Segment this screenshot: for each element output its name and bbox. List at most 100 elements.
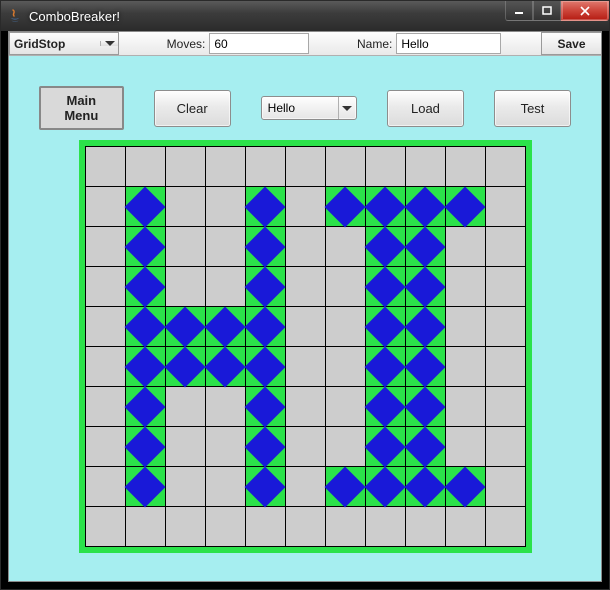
grid-cell[interactable] [85, 467, 125, 507]
grid-cell[interactable] [85, 227, 125, 267]
grid-cell[interactable] [485, 427, 525, 467]
grid-cell[interactable] [405, 267, 445, 307]
test-button[interactable]: Test [494, 90, 571, 127]
grid-cell[interactable] [485, 347, 525, 387]
grid-cell[interactable] [205, 227, 245, 267]
grid-cell[interactable] [85, 427, 125, 467]
grid-cell[interactable] [325, 347, 365, 387]
grid-cell[interactable] [325, 467, 365, 507]
grid-cell[interactable] [205, 387, 245, 427]
gridstop-dropdown[interactable]: GridStop [9, 32, 119, 55]
grid-cell[interactable] [85, 507, 125, 547]
game-grid[interactable] [85, 146, 526, 547]
grid-cell[interactable] [445, 147, 485, 187]
grid-cell[interactable] [245, 147, 285, 187]
grid-cell[interactable] [165, 347, 205, 387]
grid-cell[interactable] [405, 307, 445, 347]
grid-cell[interactable] [245, 227, 285, 267]
grid-cell[interactable] [125, 187, 165, 227]
grid-cell[interactable] [365, 147, 405, 187]
grid-cell[interactable] [205, 307, 245, 347]
grid-cell[interactable] [165, 427, 205, 467]
grid-cell[interactable] [85, 387, 125, 427]
grid-cell[interactable] [365, 387, 405, 427]
grid-cell[interactable] [325, 227, 365, 267]
grid-cell[interactable] [125, 387, 165, 427]
grid-cell[interactable] [445, 307, 485, 347]
grid-cell[interactable] [245, 427, 285, 467]
grid-cell[interactable] [485, 187, 525, 227]
grid-cell[interactable] [365, 347, 405, 387]
minimize-button[interactable] [505, 1, 533, 21]
grid-cell[interactable] [445, 227, 485, 267]
grid-cell[interactable] [85, 307, 125, 347]
grid-cell[interactable] [325, 387, 365, 427]
grid-cell[interactable] [485, 147, 525, 187]
grid-cell[interactable] [285, 267, 325, 307]
grid-cell[interactable] [365, 507, 405, 547]
grid-cell[interactable] [365, 307, 405, 347]
grid-cell[interactable] [245, 507, 285, 547]
maximize-button[interactable] [533, 1, 561, 21]
moves-input[interactable] [209, 33, 309, 54]
main-menu-button[interactable]: Main Menu [39, 86, 124, 130]
grid-cell[interactable] [165, 307, 205, 347]
grid-cell[interactable] [125, 307, 165, 347]
grid-cell[interactable] [165, 227, 205, 267]
grid-cell[interactable] [205, 267, 245, 307]
clear-button[interactable]: Clear [154, 90, 231, 127]
grid-cell[interactable] [365, 227, 405, 267]
name-input[interactable] [396, 33, 501, 54]
grid-cell[interactable] [285, 227, 325, 267]
grid-cell[interactable] [405, 427, 445, 467]
grid-cell[interactable] [125, 267, 165, 307]
grid-cell[interactable] [405, 467, 445, 507]
grid-cell[interactable] [85, 267, 125, 307]
grid-cell[interactable] [205, 347, 245, 387]
grid-cell[interactable] [125, 507, 165, 547]
grid-cell[interactable] [325, 307, 365, 347]
grid-cell[interactable] [285, 307, 325, 347]
save-button[interactable]: Save [541, 32, 601, 55]
grid-cell[interactable] [445, 507, 485, 547]
grid-cell[interactable] [205, 507, 245, 547]
grid-cell[interactable] [405, 347, 445, 387]
grid-cell[interactable] [205, 147, 245, 187]
grid-cell[interactable] [285, 187, 325, 227]
grid-cell[interactable] [285, 387, 325, 427]
grid-cell[interactable] [325, 427, 365, 467]
grid-cell[interactable] [85, 187, 125, 227]
grid-cell[interactable] [165, 267, 205, 307]
grid-cell[interactable] [245, 387, 285, 427]
grid-cell[interactable] [165, 467, 205, 507]
grid-cell[interactable] [285, 347, 325, 387]
titlebar[interactable]: ComboBreaker! [1, 1, 609, 31]
grid-cell[interactable] [445, 387, 485, 427]
grid-cell[interactable] [325, 267, 365, 307]
grid-cell[interactable] [245, 347, 285, 387]
grid-cell[interactable] [445, 347, 485, 387]
grid-cell[interactable] [125, 467, 165, 507]
grid-cell[interactable] [165, 187, 205, 227]
grid-cell[interactable] [125, 147, 165, 187]
grid-cell[interactable] [165, 147, 205, 187]
grid-cell[interactable] [125, 227, 165, 267]
grid-cell[interactable] [445, 267, 485, 307]
grid-cell[interactable] [165, 387, 205, 427]
grid-cell[interactable] [485, 227, 525, 267]
grid-cell[interactable] [165, 507, 205, 547]
level-select[interactable]: Hello [261, 96, 357, 120]
grid-cell[interactable] [245, 187, 285, 227]
grid-cell[interactable] [325, 187, 365, 227]
grid-cell[interactable] [285, 507, 325, 547]
grid-cell[interactable] [365, 187, 405, 227]
grid-cell[interactable] [405, 147, 445, 187]
grid-cell[interactable] [245, 467, 285, 507]
grid-cell[interactable] [325, 147, 365, 187]
grid-cell[interactable] [405, 227, 445, 267]
grid-cell[interactable] [85, 347, 125, 387]
grid-cell[interactable] [245, 307, 285, 347]
grid-cell[interactable] [445, 467, 485, 507]
grid-cell[interactable] [85, 147, 125, 187]
grid-cell[interactable] [485, 267, 525, 307]
